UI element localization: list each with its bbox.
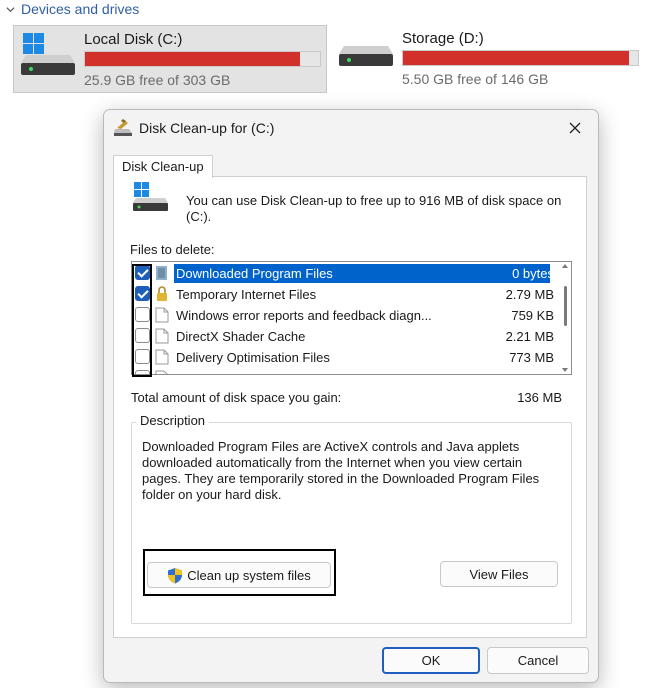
section-title: Devices and drives [21,1,140,17]
file-label: Temporary Internet Files [176,287,317,302]
drive-local-disk-c[interactable]: Local Disk (C:) 25.9 GB free of 303 GB [13,25,327,93]
list-item[interactable]: Downloaded Program Files 0 bytes [132,263,560,284]
file-size: 759 KB [511,308,554,323]
drive-name: Storage (D:) [402,30,484,47]
files-to-delete-list[interactable]: Downloaded Program Files 0 bytes Tempora… [131,261,572,375]
file-size: 0 bytes [512,266,554,281]
file-icon [155,370,168,374]
checkbox-column-highlight [132,264,152,377]
windows-drive-icon [21,33,75,75]
drive-free-space: 5.50 GB free of 146 GB [402,71,549,87]
file-label: DirectX Shader Cache [176,329,306,344]
scrollbar-thumb[interactable] [564,286,567,326]
list-scrollbar[interactable] [561,264,569,372]
scroll-down-arrow-icon[interactable] [562,368,568,372]
list-item[interactable]: Windows error reports and feedback diagn… [132,305,560,326]
scroll-up-arrow-icon[interactable] [562,264,568,268]
windows-drive-icon [133,182,168,211]
file-label: Windows error reports and feedback diagn… [176,308,432,323]
title-bar[interactable]: Disk Clean-up for (C:) [104,110,598,146]
close-button[interactable] [562,116,588,140]
devices-and-drives-header[interactable]: Devices and drives [6,0,139,18]
chevron-down-icon [6,6,15,12]
file-size: 2.21 MB [505,329,554,344]
cancel-button[interactable]: Cancel [487,647,589,674]
drive-usage-bar [84,51,321,67]
disk-cleanup-icon [114,119,132,136]
total-space-value: 136 MB [517,390,562,405]
lock-icon [157,286,167,301]
disk-cleanup-dialog: Disk Clean-up for (C:) Disk Clean-up You… [103,109,599,683]
file-icon [155,307,169,323]
drive-usage-bar [402,50,639,66]
drive-usage-fill [85,52,301,66]
total-space-label: Total amount of disk space you gain: [131,390,342,405]
tab-disk-cleanup[interactable]: Disk Clean-up [113,155,213,178]
files-to-delete-label: Files to delete: [130,242,215,257]
drive-usage-fill [403,51,630,65]
file-size: 773 MB [509,350,554,365]
view-files-button[interactable]: View Files [440,561,558,587]
file-label: Downloaded Program Files [176,266,333,281]
folder-icon [156,266,167,280]
list-item[interactable]: Temporary Internet Files 2.79 MB [132,284,560,305]
drive-free-space: 25.9 GB free of 303 GB [84,72,231,88]
file-label: Delivery Optimisation Files [176,350,330,365]
dialog-title: Disk Clean-up for (C:) [139,120,275,136]
file-size: 2.79 MB [505,287,554,302]
disk-cleanup-panel: You can use Disk Clean-up to free up to … [113,176,587,638]
drive-icon [339,46,393,66]
intro-text: You can use Disk Clean-up to free up to … [186,193,562,224]
clean-up-button-highlight [143,549,336,596]
drive-storage-d[interactable]: Storage (D:) 5.50 GB free of 146 GB [330,25,644,91]
list-item[interactable]: Delivery Optimisation Files 773 MB [132,347,560,368]
file-icon [155,328,169,344]
ok-button[interactable]: OK [382,647,480,674]
list-item-partial[interactable] [132,368,560,374]
description-title: Description [136,413,210,428]
description-text: Downloaded Program Files are ActiveX con… [142,439,540,502]
file-icon [155,349,169,365]
drive-name: Local Disk (C:) [84,31,183,48]
close-icon [569,122,581,134]
list-item[interactable]: DirectX Shader Cache 2.21 MB [132,326,560,347]
